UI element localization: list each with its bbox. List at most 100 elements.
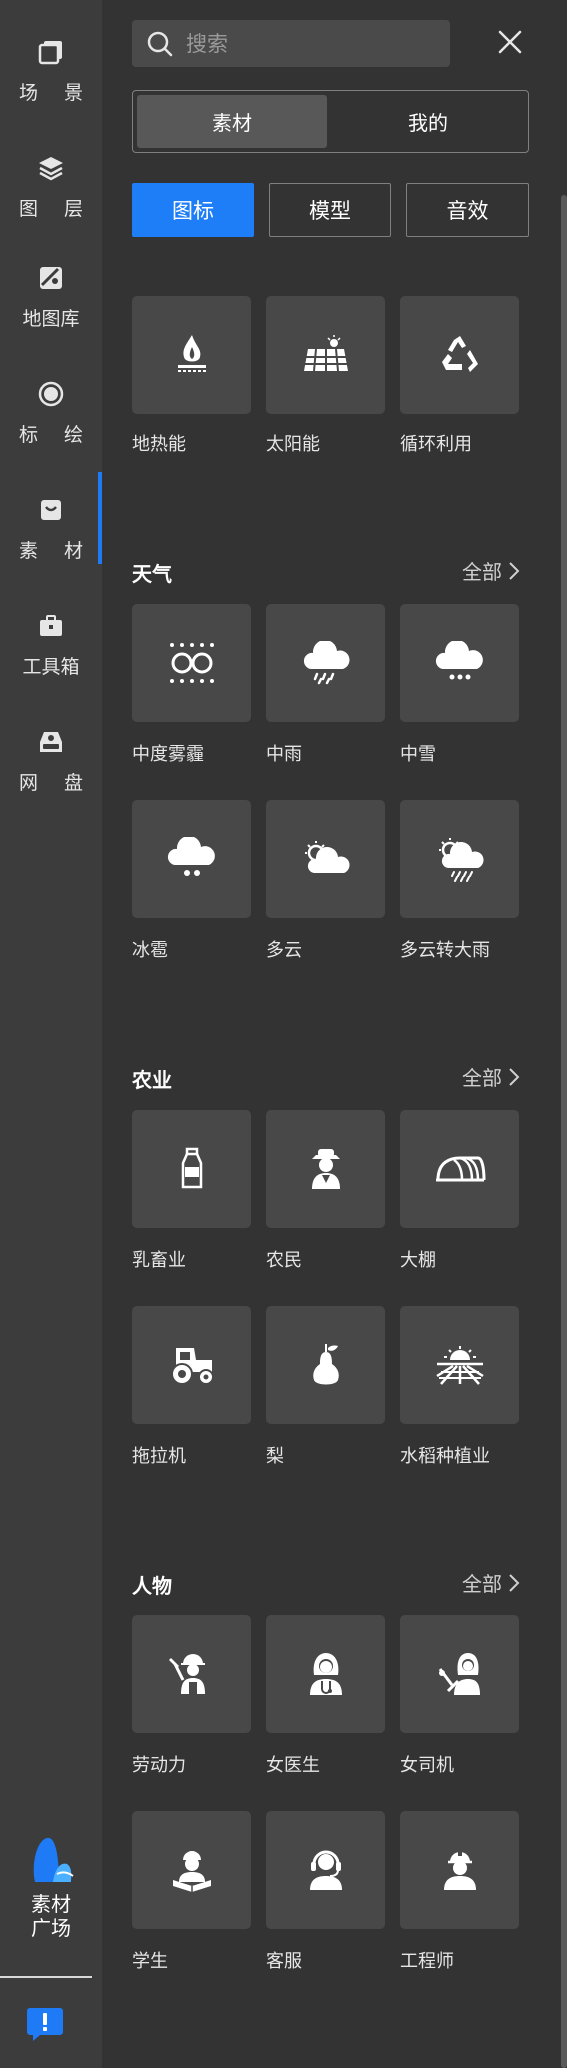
rail-label: 场 景	[18, 82, 94, 104]
asset-card[interactable]	[400, 296, 519, 414]
layers-icon	[35, 152, 67, 184]
weather-view-all-link[interactable]: 全部	[462, 556, 520, 585]
asset-card[interactable]	[266, 1110, 385, 1228]
farmer-icon	[311, 1149, 340, 1189]
customer-service-icon	[309, 1850, 342, 1890]
segment-mine[interactable]: 我的	[333, 95, 523, 148]
asset-label: 客服	[266, 1951, 302, 1972]
close-icon[interactable]	[496, 28, 524, 56]
haze-icon	[169, 643, 214, 683]
section-title-people: 人物	[132, 1574, 172, 1598]
asset-card[interactable]	[400, 1615, 519, 1733]
rail-label: 地图库	[22, 308, 80, 330]
asset-card[interactable]	[132, 1811, 251, 1929]
section-title-weather: 天气	[132, 562, 172, 586]
female-doctor-icon	[309, 1653, 342, 1695]
material-bag-icon	[35, 494, 67, 526]
scene-icon	[35, 36, 67, 68]
female-driver-icon	[438, 1653, 480, 1695]
asset-label: 多云	[266, 940, 302, 961]
asset-label: 工程师	[400, 1951, 454, 1972]
asset-card[interactable]	[266, 1306, 385, 1424]
asset-card[interactable]	[132, 296, 251, 414]
asset-label: 中雪	[400, 744, 436, 765]
tab-icons[interactable]: 图标	[132, 183, 254, 237]
asset-card[interactable]	[266, 1615, 385, 1733]
rail-label: 网 盘	[18, 772, 94, 794]
recycle-icon	[441, 336, 478, 372]
milk-bottle-icon	[181, 1147, 202, 1189]
asset-label: 水稻种植业	[400, 1446, 490, 1467]
asset-card[interactable]	[400, 800, 519, 918]
rail-item-plot[interactable]: 标 绘	[0, 358, 102, 458]
asset-label: 乳畜业	[132, 1250, 186, 1271]
asset-card[interactable]	[400, 1110, 519, 1228]
asset-card[interactable]	[266, 800, 385, 918]
rail-divider	[0, 1976, 92, 1978]
plot-icon	[35, 378, 67, 410]
moderate-rain-icon	[303, 641, 349, 685]
panel-scrollbar[interactable]	[561, 195, 567, 2068]
rail-label: 工具箱	[22, 656, 80, 678]
tab-models[interactable]: 模型	[269, 183, 391, 237]
asset-card[interactable]	[400, 1811, 519, 1929]
rail-item-scene[interactable]: 场 景	[0, 16, 102, 116]
greenhouse-icon	[435, 1156, 485, 1182]
agriculture-view-all-link[interactable]: 全部	[462, 1062, 520, 1091]
asset-label: 农民	[266, 1250, 302, 1271]
asset-label: 大棚	[400, 1250, 436, 1271]
laborer-icon	[168, 1654, 205, 1694]
asset-card[interactable]	[132, 604, 251, 722]
hail-icon	[167, 837, 215, 876]
feedback-icon[interactable]	[26, 2006, 64, 2041]
asset-card[interactable]	[400, 604, 519, 722]
chevron-right-icon	[509, 1573, 520, 1592]
rail-label: 标 绘	[18, 424, 94, 446]
asset-label: 梨	[266, 1446, 284, 1467]
cloud-drive-icon	[35, 726, 67, 758]
asset-label: 冰雹	[132, 940, 168, 961]
tractor-icon	[170, 1348, 214, 1385]
material-plaza-logo-icon	[33, 1837, 74, 1882]
cloudy-icon	[304, 841, 350, 873]
rail-item-toolbox[interactable]: 工具箱	[0, 590, 102, 690]
solar-panel-icon	[303, 335, 348, 372]
asset-label: 循环利用	[400, 434, 472, 455]
pear-icon	[312, 1344, 339, 1385]
student-icon	[172, 1851, 211, 1892]
asset-label: 地热能	[132, 434, 186, 455]
search-box[interactable]	[132, 20, 450, 67]
asset-card[interactable]	[132, 1110, 251, 1228]
rail-item-material[interactable]: 素 材	[0, 474, 102, 574]
asset-label: 劳动力	[132, 1755, 186, 1776]
tab-sound-effects[interactable]: 音效	[406, 183, 529, 237]
rail-item-layers[interactable]: 图 层	[0, 132, 102, 232]
rail-label: 素 材	[18, 540, 94, 562]
engineer-icon	[443, 1850, 476, 1890]
asset-label: 中雨	[266, 744, 302, 765]
moderate-snow-icon	[435, 641, 483, 680]
material-segmented-control: 素材 我的	[132, 90, 529, 153]
asset-card[interactable]	[266, 296, 385, 414]
asset-card[interactable]	[132, 1306, 251, 1424]
asset-card[interactable]	[132, 800, 251, 918]
search-icon	[147, 31, 173, 56]
asset-label: 多云转大雨	[400, 940, 490, 961]
toolbox-icon	[35, 610, 67, 642]
material-plaza-button[interactable]: 素材 广场	[0, 1834, 102, 1964]
asset-label: 拖拉机	[132, 1446, 186, 1467]
left-nav-rail: 场 景 图 层 地图库 标 绘 素 材 工具箱 网 盘 素材 广场	[0, 0, 102, 2068]
asset-card[interactable]	[266, 604, 385, 722]
rail-item-cloud-drive[interactable]: 网 盘	[0, 706, 102, 806]
asset-card[interactable]	[400, 1306, 519, 1424]
asset-label: 中度雾霾	[132, 744, 204, 765]
rail-item-map-library[interactable]: 地图库	[0, 242, 102, 342]
asset-card[interactable]	[132, 1615, 251, 1733]
asset-card[interactable]	[266, 1811, 385, 1929]
geothermal-icon	[177, 335, 206, 372]
segment-material[interactable]: 素材	[137, 95, 327, 148]
chevron-right-icon	[509, 561, 520, 580]
search-input[interactable]	[186, 31, 426, 56]
people-view-all-link[interactable]: 全部	[462, 1568, 520, 1597]
cloudy-to-heavy-rain-icon	[438, 838, 484, 882]
